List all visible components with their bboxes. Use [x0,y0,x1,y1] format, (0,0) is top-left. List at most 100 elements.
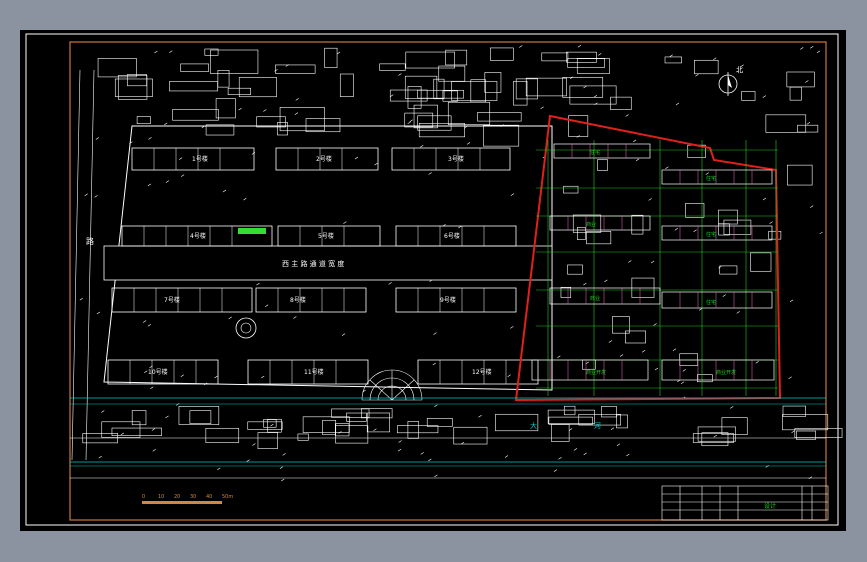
context-lot [513,80,528,106]
terrain-hatch [616,443,621,446]
central-road-label: 西 主 路 通 道 宽 度 [282,259,344,268]
context-lot [335,425,369,444]
terrain-hatch [594,102,598,106]
terrain-hatch [765,465,769,468]
terrain-hatch [674,227,678,231]
terrain-hatch [434,474,438,478]
terrain-hatch [398,73,402,76]
terrain-hatch [428,172,432,175]
terrain-hatch [79,297,83,301]
terrain-hatch [178,157,183,160]
terrain-hatch [293,316,297,319]
context-lot [797,124,819,133]
terrain-hatch [682,369,686,372]
terrain-hatch [407,121,411,124]
context-lot [127,74,147,87]
terrain-hatch [816,50,821,54]
terrain-hatch [610,427,615,430]
terrain-hatch [263,109,267,112]
context-lot [172,109,219,121]
green-highlight-marker [238,228,266,234]
terrain-hatch [96,311,101,315]
river-band: 大 河 [70,397,826,479]
new-block-label: 商业 [586,221,596,228]
terrain-hatch [154,50,158,54]
terrain-hatch [343,221,347,224]
terrain-hatch [256,282,260,286]
existing-building: 3号楼 [391,147,511,171]
context-lot [305,118,341,133]
context-lot [477,112,522,122]
title-block: 设计 [661,485,829,521]
context-lot [210,49,259,74]
context-lot [136,116,151,125]
context-lot [782,414,829,431]
new-block-label: 商业开发 [586,369,606,376]
terrain-hatch [573,448,578,451]
terrain-hatch [791,430,795,433]
terrain-hatch [730,406,734,409]
context-lot [324,47,338,68]
terrain-hatch [583,282,587,286]
context-lot [279,107,325,132]
scale-tick-label: 50m [222,494,233,500]
context-lot [484,72,502,93]
terrain-hatch [180,374,184,378]
terrain-hatch [654,367,659,371]
terrain-hatch [789,299,794,303]
terrain-hatch [274,69,278,72]
new-block-label: 住宅 [706,231,716,238]
terrain-hatch [625,114,629,117]
context-lot [470,79,486,103]
building-label: 1号楼 [192,155,208,163]
terrain-hatch [152,449,156,452]
new-block-label: 商业 [590,295,600,302]
terrain-hatch [510,193,515,196]
terrain-hatch [568,428,573,431]
context-lot [568,115,589,137]
scale-tick-label: 20 [174,494,180,500]
existing-building: 2号楼 [275,147,379,171]
context-lot [631,214,644,235]
terrain-hatch [557,355,561,359]
terrain-hatch [819,231,823,235]
context-lot [257,432,278,449]
context-lot [453,426,488,445]
terrain-hatch [388,282,392,285]
terrain-hatch [626,453,630,457]
terrain-hatch [165,415,169,419]
terrain-hatch [101,410,105,413]
context-lot [297,433,309,441]
river-label-2: 河 [594,422,601,430]
terrain-hatch [420,452,424,455]
terrain-hatch [336,51,341,55]
existing-building: 8号楼 [255,287,367,313]
context-lot [217,70,230,88]
existing-building: 6号楼 [395,225,517,247]
context-lot [277,122,288,136]
terrain-hatch [144,370,148,374]
context-lot [610,96,632,110]
terrain-hatch [466,142,471,145]
terrain-hatch [165,180,170,183]
terrain-hatch [693,229,697,232]
context-lot [256,116,286,128]
context-lot [267,418,282,433]
context-lot [721,417,748,435]
terrain-hatch [583,85,587,89]
context-lot [215,98,236,119]
cad-viewport[interactable]: 西 主 路 通 道 宽 度 1号楼 2号楼 3号楼 4号楼 5号楼 6号楼 7号楼 8号楼 9号… [20,30,846,531]
project-boundary [514,114,782,402]
terrain-hatch [279,466,284,469]
terrain-hatch [577,45,582,48]
terrain-hatch [672,348,677,351]
scale-tick-label: 10 [158,494,164,500]
context-lot [366,412,390,433]
new-building-block: 商业 [549,287,661,305]
street-label: 路 [86,236,94,246]
terrain-hatch [619,354,624,357]
building-label: 6号楼 [444,232,460,240]
terrain-hatch [755,360,759,364]
existing-building: 9号楼 [395,287,517,313]
building-label: 7号楼 [164,296,180,304]
